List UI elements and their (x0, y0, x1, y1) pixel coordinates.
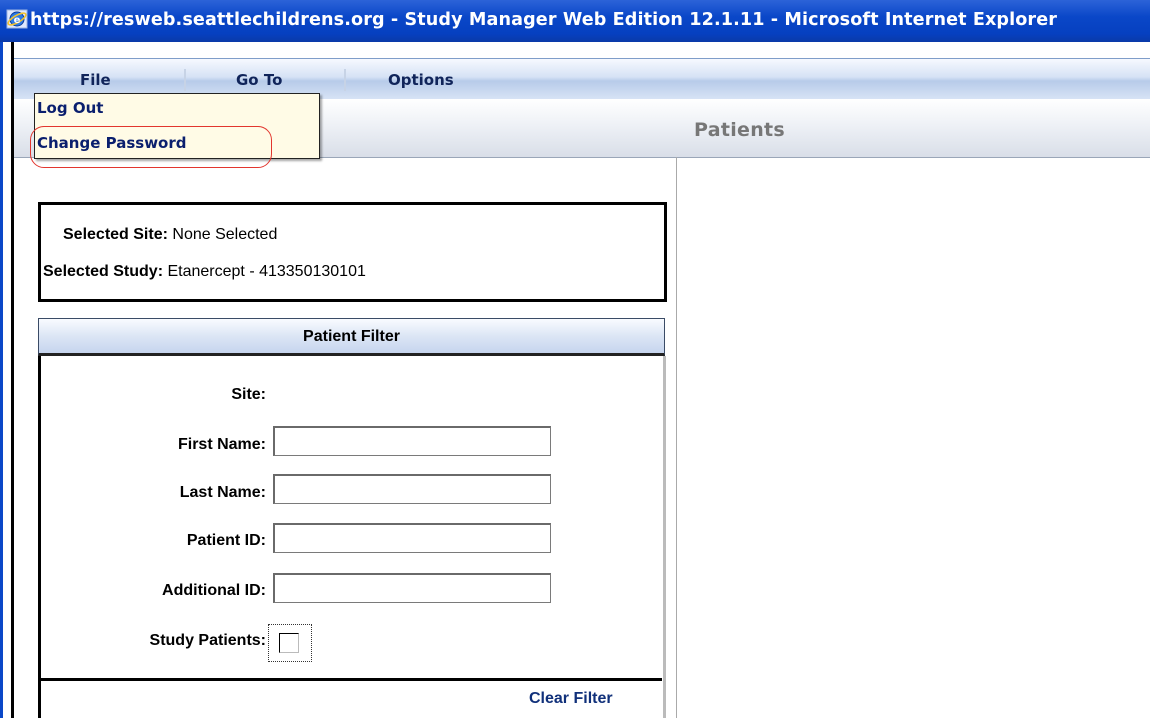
menu-file[interactable]: File (80, 71, 111, 89)
patient-filter-panel: Site: First Name: Last Name: Patient ID:… (38, 356, 666, 718)
first-name-input[interactable] (273, 426, 551, 456)
page-title: Patients (694, 119, 786, 141)
selected-site-value: None Selected (172, 226, 278, 243)
study-patients-label: Study Patients: (149, 632, 266, 649)
first-name-label: First Name: (177, 436, 266, 453)
svg-text:e: e (14, 15, 21, 26)
selected-site-line: Selected Site: None Selected (63, 226, 277, 244)
menu-separator (184, 69, 186, 91)
selected-study-label: Selected Study: (43, 263, 164, 280)
patient-id-label: Patient ID: (186, 532, 266, 549)
patient-filter-title: Patient Filter (303, 328, 400, 345)
study-patients-checkbox[interactable] (279, 633, 299, 653)
selected-study-line: Selected Study: Etanercept - 41335013010… (43, 263, 366, 281)
highlight-annotation (30, 126, 272, 168)
window-title: https://resweb.seattlechildrens.org - St… (30, 10, 1058, 30)
window-title-bar[interactable]: e https://resweb.seattlechildrens.org - … (0, 0, 1150, 42)
last-name-label: Last Name: (179, 484, 266, 501)
menu-options[interactable]: Options (388, 71, 454, 89)
menu-separator (344, 69, 346, 91)
menu-item-log-out[interactable]: Log Out (37, 99, 103, 117)
additional-id-input[interactable] (273, 573, 551, 603)
additional-id-label: Additional ID: (162, 582, 266, 599)
selected-study-value: Etanercept - 413350130101 (167, 263, 366, 280)
last-name-input[interactable] (273, 474, 551, 504)
selection-summary: Selected Site: None Selected Selected St… (38, 202, 667, 302)
patient-filter-header[interactable]: Patient Filter (38, 318, 665, 356)
column-divider (676, 157, 677, 718)
menu-go-to[interactable]: Go To (236, 71, 282, 89)
patient-id-input[interactable] (273, 523, 551, 553)
clear-filter-link[interactable]: Clear Filter (529, 690, 613, 708)
internet-explorer-icon: e (6, 9, 28, 29)
site-label: Site: (231, 386, 266, 403)
study-patients-checkbox-focus[interactable] (268, 624, 312, 662)
selected-site-label: Selected Site: (63, 226, 168, 243)
filter-divider (38, 678, 662, 681)
